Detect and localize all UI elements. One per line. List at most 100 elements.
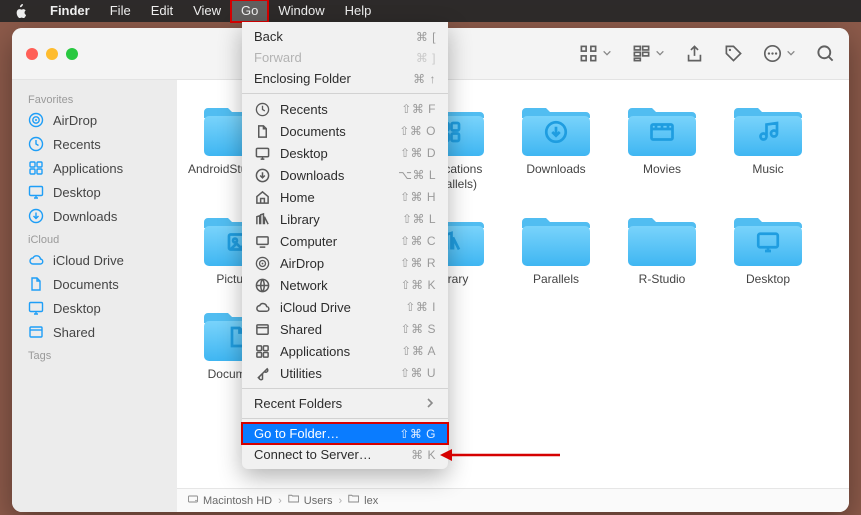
movie-icon bbox=[628, 102, 696, 156]
zoom-button[interactable] bbox=[66, 48, 78, 60]
folder-icon bbox=[522, 212, 590, 266]
menu-item-airdrop[interactable]: AirDrop⇧⌘ R bbox=[242, 252, 448, 274]
disk-icon bbox=[187, 493, 199, 508]
menu-item-label: Recent Folders bbox=[254, 396, 342, 411]
shared-icon bbox=[28, 324, 44, 340]
menu-item-shared[interactable]: Shared⇧⌘ S bbox=[242, 318, 448, 340]
apps-icon bbox=[254, 343, 270, 359]
sidebar-section-tags: Tags bbox=[12, 344, 177, 364]
folder-parallels[interactable]: Parallels bbox=[503, 212, 609, 287]
shortcut-label: ⇧⌘ I bbox=[405, 300, 436, 314]
window-controls[interactable] bbox=[12, 48, 92, 60]
menu-item-label: Home bbox=[280, 190, 315, 205]
sidebar-item-applications[interactable]: Applications bbox=[12, 156, 177, 180]
shortcut-label: ⇧⌘ L bbox=[402, 212, 436, 226]
home-icon bbox=[254, 189, 270, 205]
menu-item-forward: Forward⌘ ] bbox=[242, 47, 448, 68]
download-icon bbox=[254, 167, 270, 183]
menu-item-connect-to-server[interactable]: Connect to Server…⌘ K bbox=[242, 444, 448, 465]
shortcut-label: ⌥⌘ L bbox=[398, 168, 436, 182]
shortcut-label: ⌘ K bbox=[411, 448, 436, 462]
shortcut-label: ⇧⌘ G bbox=[399, 427, 436, 441]
folder-icon bbox=[734, 212, 802, 266]
menu-item-utilities[interactable]: Utilities ⇧⌘ U bbox=[242, 362, 448, 384]
minimize-button[interactable] bbox=[46, 48, 58, 60]
sidebar-item-shared[interactable]: Shared bbox=[12, 320, 177, 344]
share-button[interactable] bbox=[685, 44, 704, 63]
sidebar-item-airdrop[interactable]: AirDrop bbox=[12, 108, 177, 132]
sidebar-item-recents[interactable]: Recents bbox=[12, 132, 177, 156]
folder-desktop[interactable]: Desktop bbox=[715, 212, 821, 287]
menu-item-label: Utilities bbox=[280, 366, 322, 381]
sidebar-item-label: Documents bbox=[53, 277, 119, 292]
sidebar-item-desktop[interactable]: Desktop bbox=[12, 180, 177, 204]
sidebar-item-label: Shared bbox=[53, 325, 95, 340]
folder-downloads[interactable]: Downloads bbox=[503, 102, 609, 192]
menu-item-label: Computer bbox=[280, 234, 337, 249]
folder-label: Music bbox=[752, 162, 783, 177]
view-mode-button[interactable] bbox=[579, 44, 612, 63]
utilities-icon bbox=[254, 365, 270, 381]
sidebar-item-desktop[interactable]: Desktop bbox=[12, 296, 177, 320]
sidebar-item-label: Recents bbox=[53, 137, 101, 152]
folder-movies[interactable]: Movies bbox=[609, 102, 715, 192]
shortcut-label: ⇧⌘ U bbox=[400, 366, 436, 380]
menu-item-icloud-drive[interactable]: iCloud Drive⇧⌘ I bbox=[242, 296, 448, 318]
menu-item-label: Shared bbox=[280, 322, 322, 337]
menu-item-label: Enclosing Folder bbox=[254, 71, 351, 86]
shortcut-label: ⇧⌘ C bbox=[400, 234, 436, 248]
close-button[interactable] bbox=[26, 48, 38, 60]
tags-button[interactable] bbox=[724, 44, 743, 63]
folder-icon bbox=[628, 212, 696, 266]
menubar-item-file[interactable]: File bbox=[100, 0, 141, 22]
menu-item-library[interactable]: Library ⇧⌘ L bbox=[242, 208, 448, 230]
menubar-item-help[interactable]: Help bbox=[335, 0, 382, 22]
menu-item-home[interactable]: Home⇧⌘ H bbox=[242, 186, 448, 208]
menu-item-label: Network bbox=[280, 278, 328, 293]
menu-item-enclosing-folder[interactable]: Enclosing Folder⌘ ↑ bbox=[242, 68, 448, 89]
shortcut-label: ⇧⌘ F bbox=[401, 102, 436, 116]
sidebar-item-icloud-drive[interactable]: iCloud Drive bbox=[12, 248, 177, 272]
menubar-app-name[interactable]: Finder bbox=[40, 0, 100, 22]
menubar-item-window[interactable]: Window bbox=[268, 0, 334, 22]
menu-item-back[interactable]: Back⌘ [ bbox=[242, 26, 448, 47]
menu-item-go-to-folder[interactable]: Go to Folder…⇧⌘ G bbox=[242, 423, 448, 444]
menu-item-label: Library bbox=[280, 212, 320, 227]
action-menu-button[interactable] bbox=[763, 44, 796, 63]
desktop-icon bbox=[254, 145, 270, 161]
menu-item-downloads[interactable]: Downloads ⌥⌘ L bbox=[242, 164, 448, 186]
cloud-icon bbox=[254, 299, 270, 315]
airdrop-icon bbox=[254, 255, 270, 271]
menu-item-documents[interactable]: Documents⇧⌘ O bbox=[242, 120, 448, 142]
doc-icon bbox=[28, 276, 44, 292]
path-segment-lex[interactable]: lex bbox=[348, 493, 378, 508]
folder-r-studio[interactable]: R-Studio bbox=[609, 212, 715, 287]
menubar-item-go[interactable]: Go bbox=[231, 0, 268, 22]
clock-icon bbox=[28, 136, 44, 152]
group-by-button[interactable] bbox=[632, 44, 665, 63]
menubar-item-view[interactable]: View bbox=[183, 0, 231, 22]
doc-icon bbox=[254, 123, 270, 139]
sidebar-item-downloads[interactable]: Downloads bbox=[12, 204, 177, 228]
folder-music[interactable]: Music bbox=[715, 102, 821, 192]
menu-item-label: Downloads bbox=[280, 168, 344, 183]
menu-item-network[interactable]: Network⇧⌘ K bbox=[242, 274, 448, 296]
path-segment-users[interactable]: Users bbox=[288, 493, 333, 508]
menu-item-recent-folders[interactable]: Recent Folders bbox=[242, 393, 448, 414]
apple-menu-icon[interactable] bbox=[12, 3, 28, 19]
sidebar-item-documents[interactable]: Documents bbox=[12, 272, 177, 296]
menu-item-label: AirDrop bbox=[280, 256, 324, 271]
menu-item-computer[interactable]: Computer ⇧⌘ C bbox=[242, 230, 448, 252]
path-segment-macintosh-hd[interactable]: Macintosh HD bbox=[187, 493, 272, 508]
menubar-item-edit[interactable]: Edit bbox=[141, 0, 183, 22]
folder-label: R-Studio bbox=[639, 272, 686, 287]
folder-label: Downloads bbox=[526, 162, 585, 177]
menu-item-desktop[interactable]: Desktop⇧⌘ D bbox=[242, 142, 448, 164]
search-button[interactable] bbox=[816, 44, 835, 63]
clock-icon bbox=[254, 101, 270, 117]
network-icon bbox=[254, 277, 270, 293]
folder-icon bbox=[522, 102, 590, 156]
path-label: Users bbox=[304, 495, 333, 507]
menu-item-applications[interactable]: Applications⇧⌘ A bbox=[242, 340, 448, 362]
menu-item-recents[interactable]: Recents⇧⌘ F bbox=[242, 98, 448, 120]
